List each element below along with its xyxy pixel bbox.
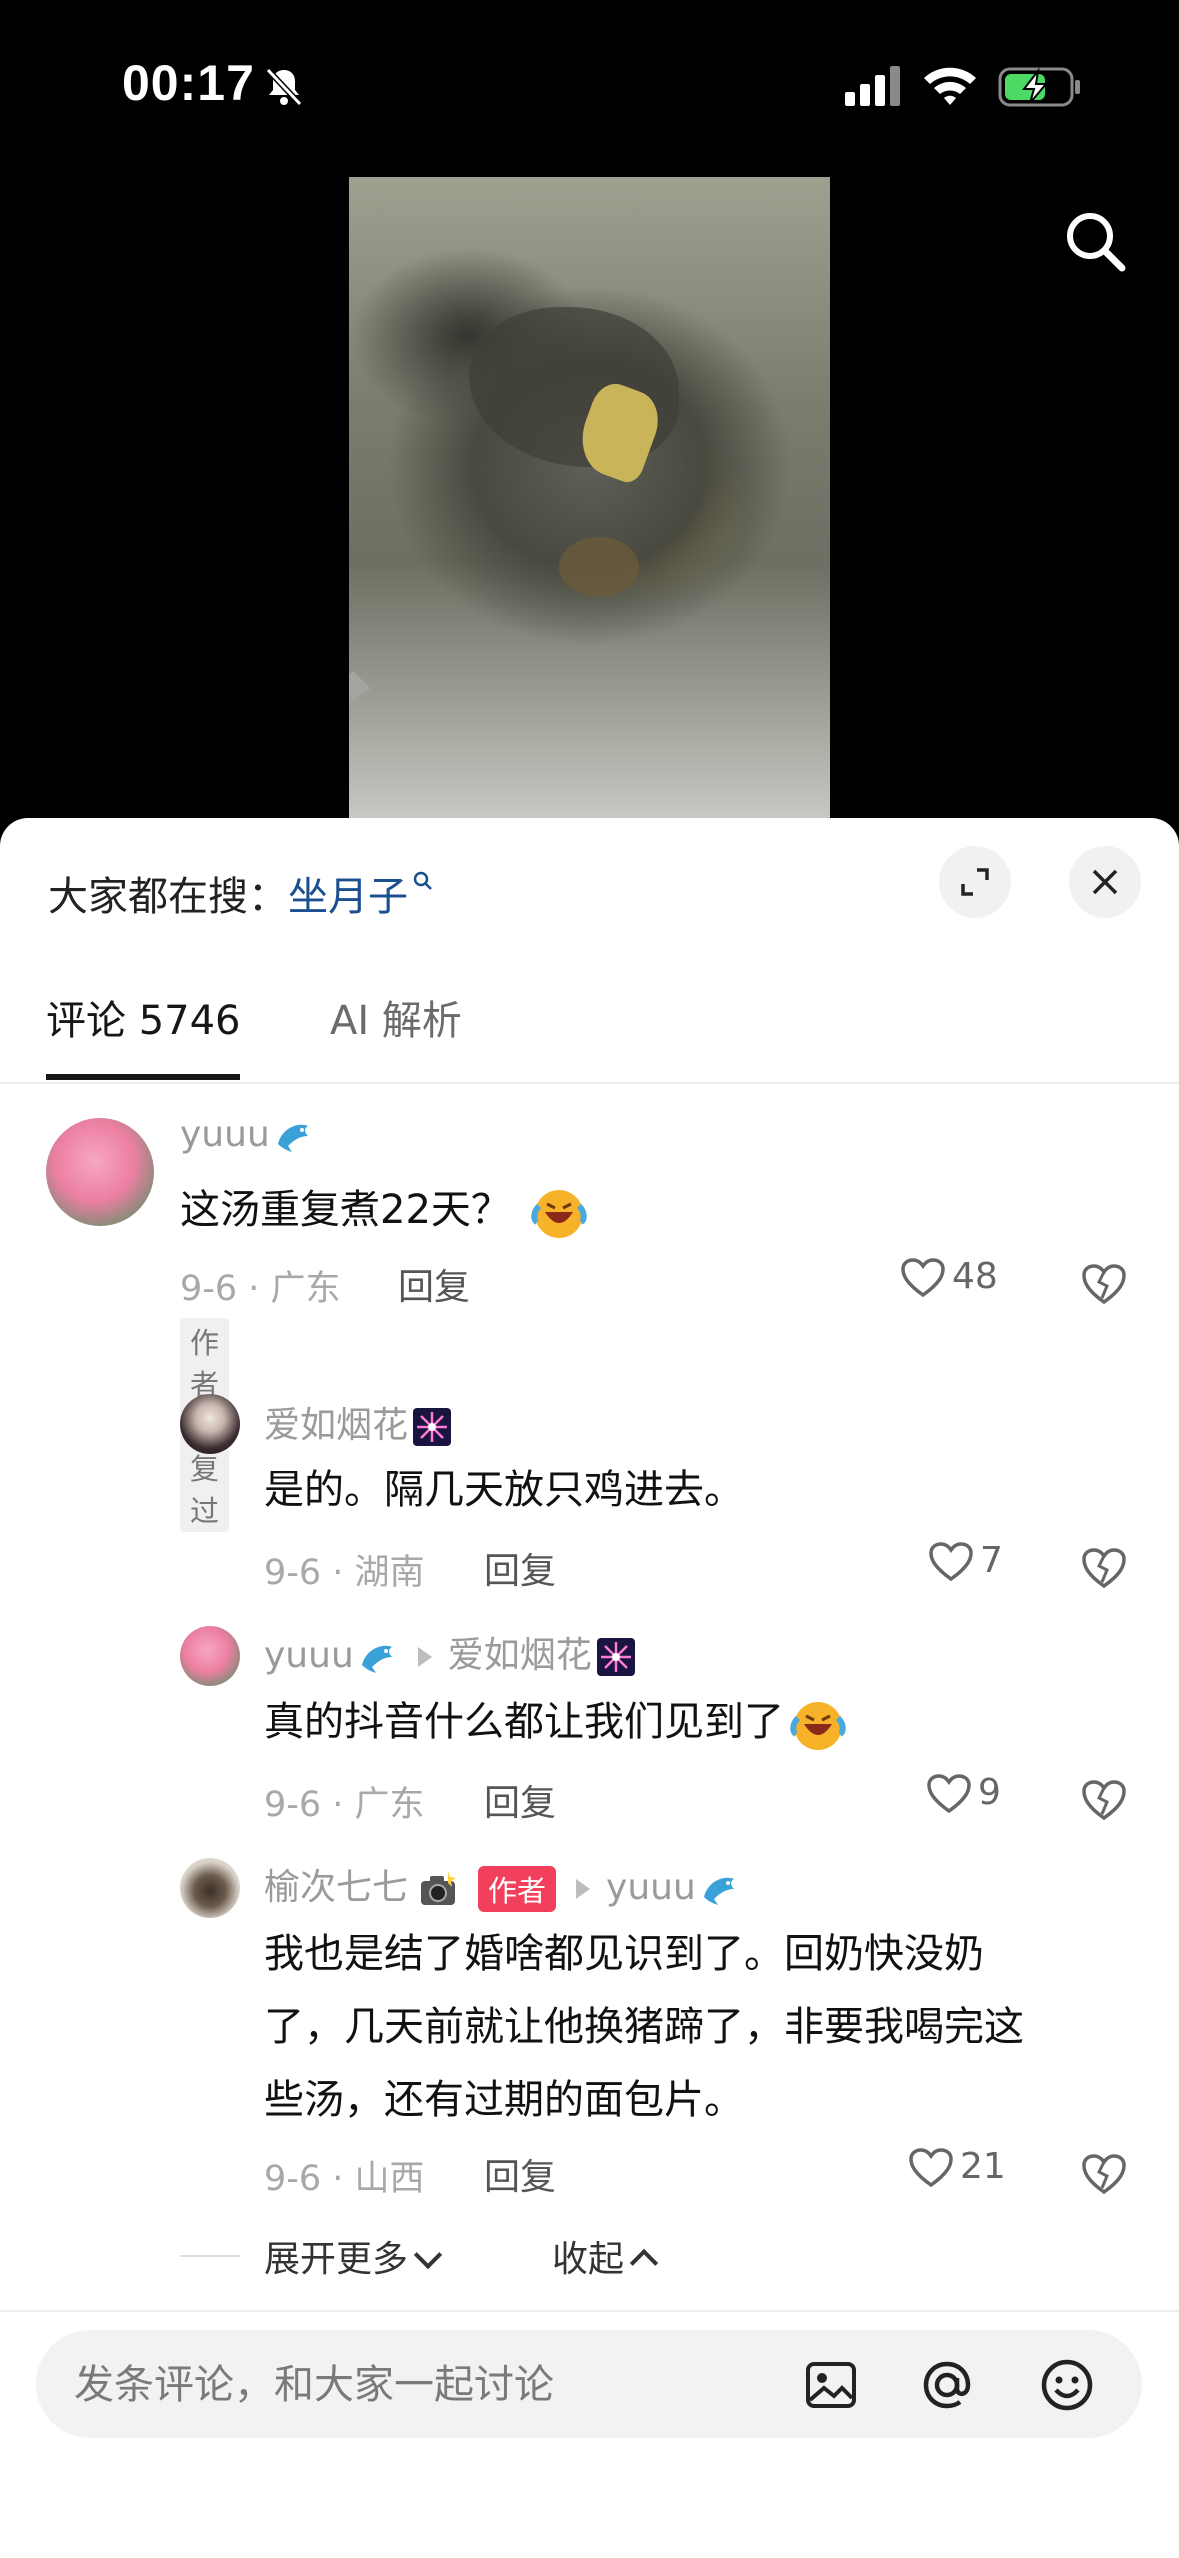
- close-icon: [1092, 869, 1118, 895]
- author-tag: 作者: [478, 1866, 557, 1912]
- tab-ai-analysis[interactable]: AI 解析: [330, 988, 462, 1046]
- reply-button[interactable]: 回复: [484, 2148, 556, 2200]
- status-bar: 00:17: [0, 0, 1179, 170]
- broken-heart-icon[interactable]: [1080, 1778, 1128, 1822]
- heart-icon: [909, 2148, 953, 2188]
- like-button[interactable]: 21: [908, 2146, 1006, 2189]
- divider: [180, 2255, 240, 2257]
- reply-meta: 9-6 · 山西: [264, 2159, 425, 2199]
- expand-button[interactable]: [939, 846, 1011, 918]
- avatar[interactable]: [180, 1858, 240, 1918]
- reply-to-username[interactable]: yuuu: [606, 1867, 696, 1908]
- tab-active-indicator: [46, 1074, 240, 1080]
- heart-icon: [901, 1258, 945, 1298]
- reply-text: 是的。隔几天放只鸡进去。: [264, 1467, 744, 1513]
- comment-username-row[interactable]: yuuu: [180, 1114, 314, 1156]
- collapse-label: 收起: [552, 2239, 625, 2280]
- avatar[interactable]: [180, 1626, 240, 1686]
- video-food-piece: [559, 537, 639, 597]
- reply-username: 爱如烟花: [264, 1405, 409, 1446]
- comment-input[interactable]: [72, 2330, 776, 2440]
- laughing-crying-emoji-icon: [790, 1702, 846, 1750]
- tab-bar: 评论 5746 AI 解析: [0, 986, 1179, 1084]
- hot-search-prefix: 大家都在搜：: [48, 874, 288, 920]
- expand-more-label: 展开更多: [264, 2239, 409, 2280]
- reply-username: 榆次七七: [264, 1867, 409, 1908]
- like-count: 21: [960, 2146, 1006, 2187]
- comment-username: yuuu: [180, 1114, 270, 1155]
- heart-icon: [929, 1542, 973, 1582]
- bell-slash-icon: [265, 67, 303, 107]
- fireworks-emoji-icon: [596, 1638, 635, 1676]
- like-button[interactable]: 7: [928, 1540, 1003, 1583]
- comment-input-container[interactable]: [36, 2330, 1142, 2440]
- image-icon[interactable]: [802, 2356, 860, 2414]
- camera-emoji-icon: [421, 1871, 457, 1905]
- reply-username-row[interactable]: yuuu 爱如烟花: [264, 1626, 636, 1678]
- dolphin-emoji-icon: [277, 1124, 308, 1152]
- reply-meta: 9-6 · 广东: [264, 1785, 425, 1825]
- video-pot-rim: [349, 607, 830, 819]
- broken-heart-icon[interactable]: [1080, 1262, 1128, 1306]
- broken-heart-icon[interactable]: [1080, 2152, 1128, 2196]
- like-count: 9: [978, 1772, 1001, 1813]
- like-count: 7: [980, 1540, 1003, 1581]
- reply-arrow-icon: [576, 1879, 591, 1899]
- reply-meta: 9-6 · 湖南: [264, 1553, 425, 1593]
- broken-heart-icon[interactable]: [1080, 1546, 1128, 1590]
- like-button[interactable]: 9: [926, 1772, 1001, 1815]
- heart-icon: [927, 1774, 971, 1814]
- emoji-icon[interactable]: [1038, 2356, 1096, 2414]
- reply-arrow-icon: [417, 1647, 432, 1667]
- like-count: 48: [952, 1256, 998, 1297]
- dolphin-emoji-icon: [361, 1645, 392, 1673]
- comment-text-row: 这汤重复煮22天？: [180, 1174, 589, 1247]
- close-button[interactable]: [1069, 846, 1141, 918]
- like-button[interactable]: 48: [900, 1256, 998, 1299]
- chevron-up-icon: [629, 2248, 659, 2278]
- laughing-crying-emoji-icon: [531, 1190, 587, 1238]
- hot-search-bar[interactable]: 大家都在搜：坐月子: [48, 864, 434, 922]
- expand-icon: [961, 868, 989, 896]
- signal-icon: [845, 66, 900, 106]
- expand-more-button[interactable]: 展开更多: [264, 2230, 443, 2282]
- comment-meta: 9-6 · 广东: [180, 1269, 341, 1309]
- reply-text-row: 真的抖音什么都让我们见到了: [264, 1686, 848, 1759]
- video-thumbnail[interactable]: [349, 177, 830, 819]
- reply-text-line: 我也是结了婚啥都见识到了。回奶快没奶: [264, 1931, 984, 1977]
- avatar[interactable]: [46, 1118, 154, 1226]
- reply-button[interactable]: 回复: [398, 1258, 470, 1310]
- search-icon[interactable]: [1060, 206, 1130, 276]
- reply-username-row[interactable]: 爱如烟花: [264, 1396, 452, 1448]
- tab-comments[interactable]: 评论 5746: [46, 988, 241, 1046]
- reply-button[interactable]: 回复: [484, 1542, 556, 1594]
- reply-username-row[interactable]: 榆次七七 作者 yuuu: [264, 1858, 740, 1912]
- reply-text: 真的抖音什么都让我们见到了: [264, 1699, 784, 1745]
- fireworks-emoji-icon: [413, 1408, 452, 1446]
- comment-input-bar: [0, 2310, 1179, 2558]
- avatar[interactable]: [180, 1394, 240, 1454]
- comment-text: 这汤重复煮22天？: [180, 1187, 511, 1233]
- hot-search-keyword[interactable]: 坐月子: [288, 874, 408, 920]
- comment-sheet: 大家都在搜：坐月子 评论 5746 AI 解析 yuuu 这汤重复煮22天？ 9…: [0, 818, 1179, 2558]
- dolphin-emoji-icon: [703, 1877, 734, 1905]
- status-time: 00:17: [122, 55, 255, 111]
- search-icon: [413, 871, 432, 890]
- reply-to-username[interactable]: 爱如烟花: [448, 1635, 592, 1676]
- chevron-down-icon: [413, 2240, 443, 2270]
- reply-text-line: 些汤，还有过期的面包片。: [264, 2077, 744, 2123]
- reply-username: yuuu: [264, 1635, 354, 1676]
- reply-button[interactable]: 回复: [484, 1774, 556, 1826]
- collapse-button[interactable]: 收起: [552, 2230, 659, 2282]
- wifi-icon: [924, 67, 976, 105]
- reply-text-line: 了，几天前就让他换猪蹄了，非要我喝完这: [264, 2004, 1024, 2050]
- battery-charging-icon: [998, 67, 1080, 107]
- at-icon[interactable]: [918, 2356, 976, 2414]
